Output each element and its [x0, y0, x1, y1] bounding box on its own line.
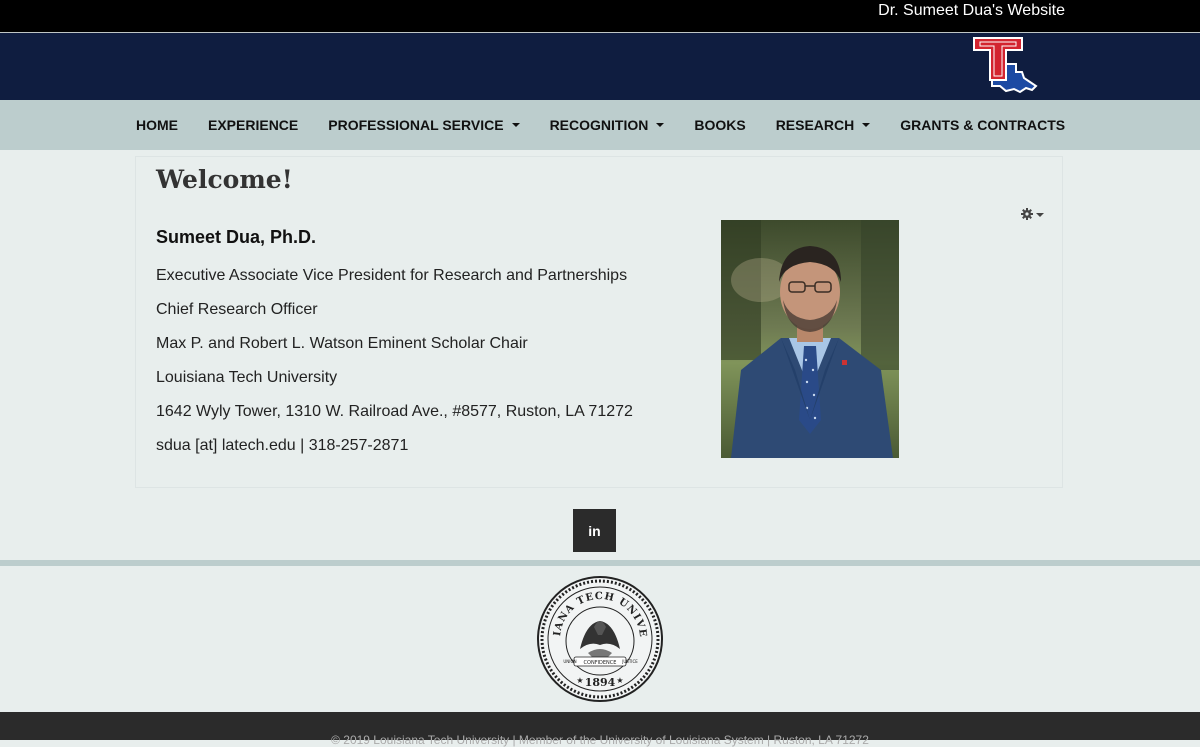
- profile-photo: [721, 220, 899, 458]
- section-divider: [0, 560, 1200, 566]
- caret-down-icon: [862, 123, 871, 127]
- nav-item-books[interactable]: BOOKS: [679, 100, 760, 150]
- svg-text:★: ★: [576, 676, 583, 685]
- seal-year: 1894: [585, 676, 616, 689]
- nav-item-home[interactable]: HOME: [121, 100, 193, 150]
- site-header: [0, 33, 1200, 100]
- linkedin-button[interactable]: in: [573, 509, 616, 552]
- profile-name: Sumeet Dua, Ph.D.: [156, 227, 317, 247]
- nav-item-grants-contracts[interactable]: GRANTS & CONTRACTS: [885, 100, 1080, 150]
- profile-institution: Louisiana Tech University: [156, 369, 338, 386]
- main-content: Welcome! Sumeet Dua, Ph.D. Executive Ass…: [135, 156, 1063, 488]
- main-nav: HOME EXPERIENCE PROFESSIONAL SERVICE REC…: [0, 100, 1200, 150]
- site-footer: © 2019 Louisiana Tech University | Membe…: [0, 712, 1200, 747]
- nav-item-research[interactable]: RESEARCH: [761, 100, 886, 150]
- site-title-link[interactable]: Dr. Sumeet Dua's Website: [878, 2, 1065, 20]
- gear-icon[interactable]: [1021, 207, 1047, 221]
- university-seal-icon: LOUISIANA TECH UNIVERSITY CONFIDENCE UNI…: [536, 575, 663, 702]
- footer-copyright: © 2019 Louisiana Tech University | Membe…: [331, 733, 869, 747]
- nav-item-professional-service[interactable]: PROFESSIONAL SERVICE: [313, 100, 534, 150]
- latech-t-louisiana-logo-icon[interactable]: [970, 36, 1038, 96]
- page-title: Welcome!: [156, 165, 293, 194]
- profile-title: Max P. and Robert L. Watson Eminent Scho…: [156, 335, 528, 352]
- profile-info: Sumeet Dua, Ph.D. Executive Associate Vi…: [156, 225, 676, 463]
- top-bar: Dr. Sumeet Dua's Website: [0, 0, 1200, 33]
- caret-down-icon: [511, 123, 520, 127]
- seal-motto: CONFIDENCE: [584, 660, 617, 666]
- caret-down-icon: [656, 123, 665, 127]
- profile-title: Executive Associate Vice President for R…: [156, 267, 628, 284]
- linkedin-icon: in: [588, 522, 601, 539]
- seal-motto: JUSTICE: [621, 659, 638, 664]
- svg-text:★: ★: [616, 676, 623, 685]
- profile-contact: sdua [at] latech.edu | 318-257-2871: [156, 437, 409, 454]
- profile-address: 1642 Wyly Tower, 1310 W. Railroad Ave., …: [156, 403, 633, 420]
- nav-item-recognition[interactable]: RECOGNITION: [535, 100, 680, 150]
- seal-motto: UNION: [563, 659, 576, 664]
- profile-title: Chief Research Officer: [156, 301, 318, 318]
- nav-item-experience[interactable]: EXPERIENCE: [193, 100, 313, 150]
- caret-down-icon: [1036, 213, 1044, 217]
